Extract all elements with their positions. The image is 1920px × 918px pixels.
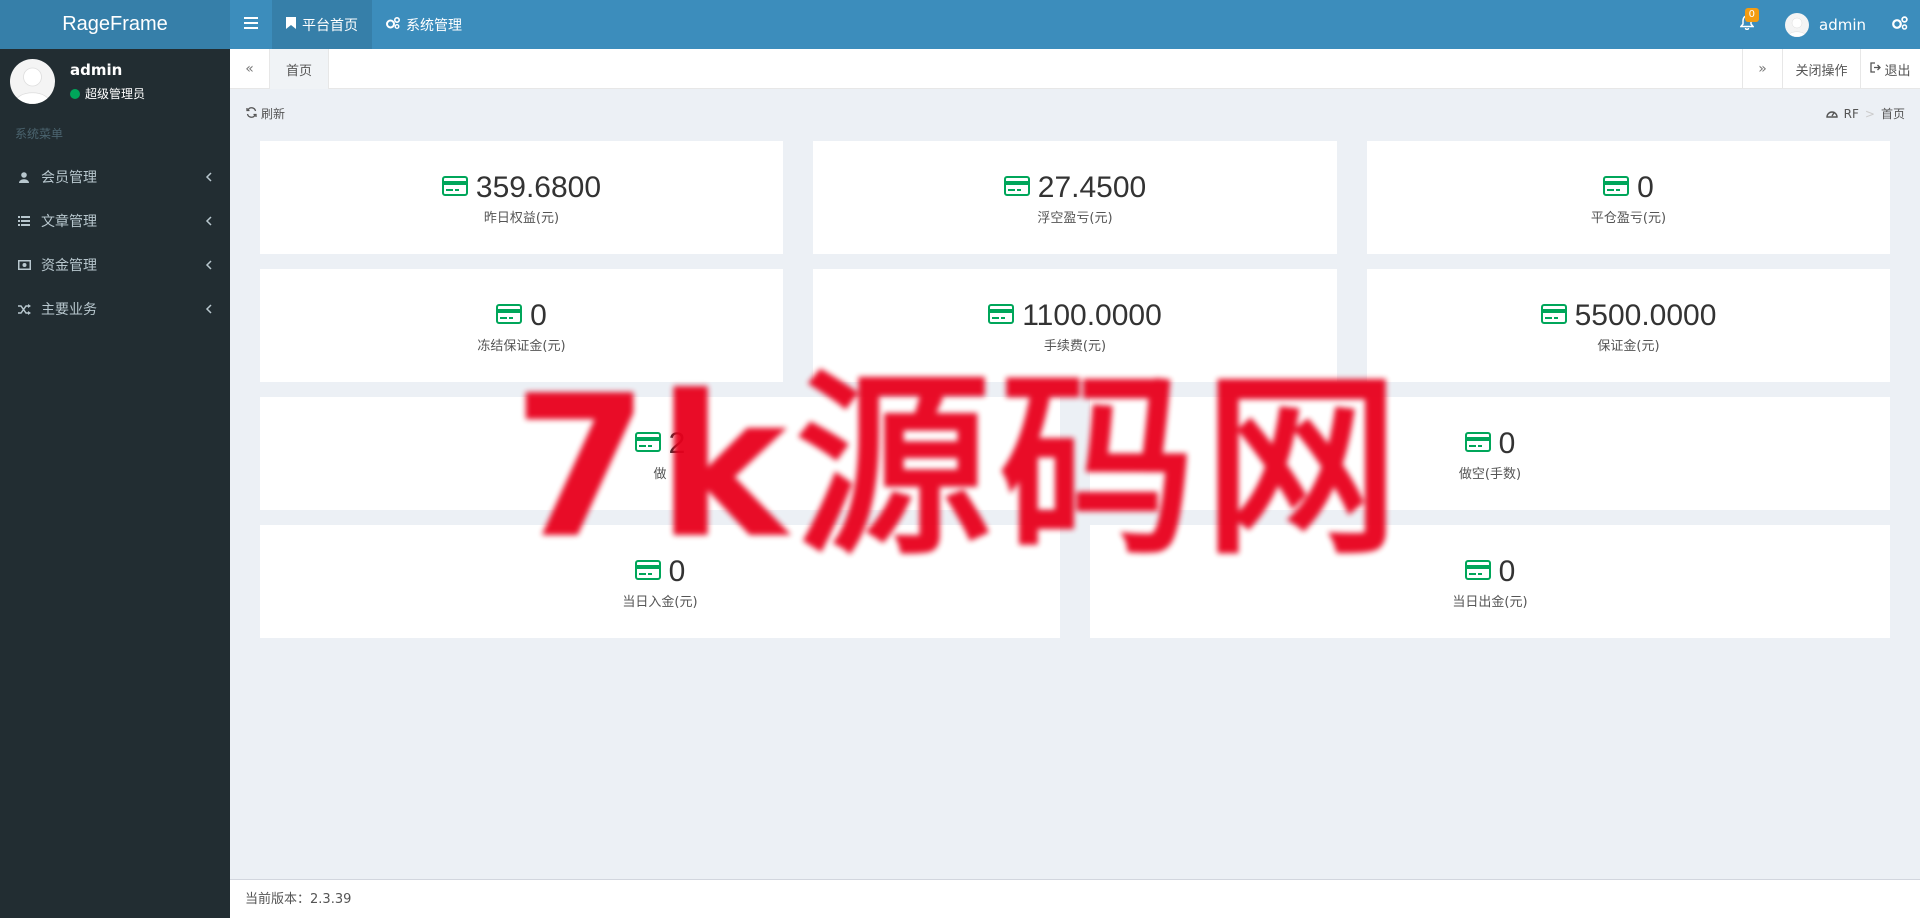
credit-card-icon [1003, 175, 1030, 200]
stat-label: 当日入金(元) [622, 594, 698, 610]
cogs-icon [386, 16, 401, 33]
random-icon [17, 303, 31, 315]
credit-card-icon [1540, 303, 1567, 328]
sidebar-item-members[interactable]: 会员管理 [0, 155, 230, 199]
topnav-item-system[interactable]: 系统管理 [372, 0, 476, 49]
credit-card-icon [1464, 431, 1491, 456]
chevron-left-icon [205, 199, 212, 243]
stat-card: 5500.0000 保证金(元) [1367, 269, 1890, 382]
bookmark-icon [286, 16, 296, 33]
settings-button[interactable] [1880, 0, 1920, 49]
stat-card: 359.6800 昨日权益(元) [260, 141, 783, 254]
avatar [1785, 12, 1809, 37]
sign-out-icon [1870, 61, 1882, 77]
user-name: admin [1819, 15, 1866, 34]
stat-value: 359.6800 [475, 170, 602, 204]
top-nav: 平台首页 系统管理 [272, 0, 476, 49]
refresh-icon [246, 106, 257, 121]
dashboard-icon [1825, 107, 1838, 121]
refresh-button[interactable]: 刷新 [246, 105, 285, 122]
topnav-item-label: 平台首页 [302, 17, 358, 34]
sidebar-item-articles[interactable]: 文章管理 [0, 199, 230, 243]
sidebar-user-panel: admin 超级管理员 [0, 49, 230, 119]
stat-label: 平仓盈亏(元) [1590, 210, 1667, 226]
refresh-label: 刷新 [261, 107, 286, 121]
sidebar-item-label: 资金管理 [41, 258, 97, 274]
stat-label: 保证金(元) [1597, 338, 1660, 354]
notifications-button[interactable]: 0 [1727, 0, 1767, 49]
breadcrumb-root[interactable]: RF [1844, 107, 1859, 121]
stat-card: 27.4500 浮空盈亏(元) [813, 141, 1337, 254]
version-number: 2.3.39 [310, 892, 352, 907]
stat-label: 昨日权益(元) [483, 210, 560, 226]
logout-label: 退出 [1884, 63, 1911, 79]
breadcrumb-separator: > [1864, 106, 1875, 121]
money-icon [17, 260, 31, 270]
notification-count-badge: 0 [1744, 8, 1759, 22]
credit-card-icon [1464, 559, 1491, 584]
user-icon [17, 171, 31, 183]
tabs-scroll-right-button[interactable]: » [1742, 49, 1782, 89]
hamburger-icon [244, 16, 258, 33]
top-header: RageFrame 平台首页 系统管理 0 admin [0, 0, 1920, 49]
topnav-item-home[interactable]: 平台首页 [272, 0, 372, 49]
sidebar-user-role: 超级管理员 [70, 85, 145, 102]
chevron-left-icon [205, 243, 212, 287]
stat-value: 0 [1498, 426, 1516, 460]
sidebar-item-label: 主要业务 [41, 302, 97, 318]
stat-value: 5500.0000 [1574, 298, 1717, 332]
app-logo[interactable]: RageFrame [0, 0, 230, 49]
menu-header: 系统菜单 [15, 127, 64, 141]
close-operations-button[interactable]: 关闭操作 [1782, 49, 1860, 89]
stat-value: 27.4500 [1037, 170, 1147, 204]
sidebar-user-name: admin [70, 61, 123, 79]
online-status-icon [70, 88, 80, 99]
tab-home[interactable]: 首页 [270, 49, 330, 89]
sidebar-menu: 会员管理 文章管理 资金管理 主要业务 [0, 155, 230, 331]
sidebar-item-funds[interactable]: 资金管理 [0, 243, 230, 287]
sidebar: admin 超级管理员 系统菜单 会员管理 文章管理 资金管理 主要业务 [0, 49, 230, 918]
stat-card: 0 平仓盈亏(元) [1367, 141, 1890, 254]
sidebar-item-label: 文章管理 [41, 214, 97, 230]
version-label: 当前版本： [245, 892, 311, 907]
role-label: 超级管理员 [85, 87, 146, 101]
version-info: 当前版本： 2.3.39 [245, 880, 351, 918]
chevron-left-icon [205, 155, 212, 199]
logout-button[interactable]: 退出 [1860, 49, 1920, 89]
header-right: 0 admin [1727, 0, 1920, 49]
tabs-scroll-left-button[interactable]: « [230, 49, 270, 89]
stat-value: 0 [1498, 554, 1516, 588]
stat-label: 当日出金(元) [1452, 594, 1528, 610]
footer: 当前版本： 2.3.39 [230, 879, 1920, 918]
stat-value: 0 [1637, 170, 1654, 204]
page-tabs-bar: « 首页 » 关闭操作 退出 [230, 49, 1920, 89]
breadcrumb: RF > 首页 [1825, 105, 1905, 122]
stat-label: 浮空盈亏(元) [1037, 210, 1113, 226]
sidebar-toggle-button[interactable] [230, 0, 272, 49]
user-menu[interactable]: admin [1767, 0, 1880, 49]
sidebar-item-label: 会员管理 [41, 170, 97, 186]
list-icon [17, 216, 31, 226]
breadcrumb-current: 首页 [1880, 107, 1905, 121]
credit-card-icon [1603, 175, 1630, 200]
topnav-item-label: 系统管理 [406, 17, 462, 34]
watermark: 7k源码网 [512, 353, 1408, 582]
sidebar-item-business[interactable]: 主要业务 [0, 287, 230, 331]
chevron-left-icon [205, 287, 212, 331]
cogs-icon [1892, 15, 1908, 34]
credit-card-icon [441, 175, 468, 200]
content-header: 刷新 RF > 首页 [230, 89, 1920, 139]
avatar [10, 59, 55, 104]
stat-label: 做空(手数) [1458, 466, 1522, 482]
